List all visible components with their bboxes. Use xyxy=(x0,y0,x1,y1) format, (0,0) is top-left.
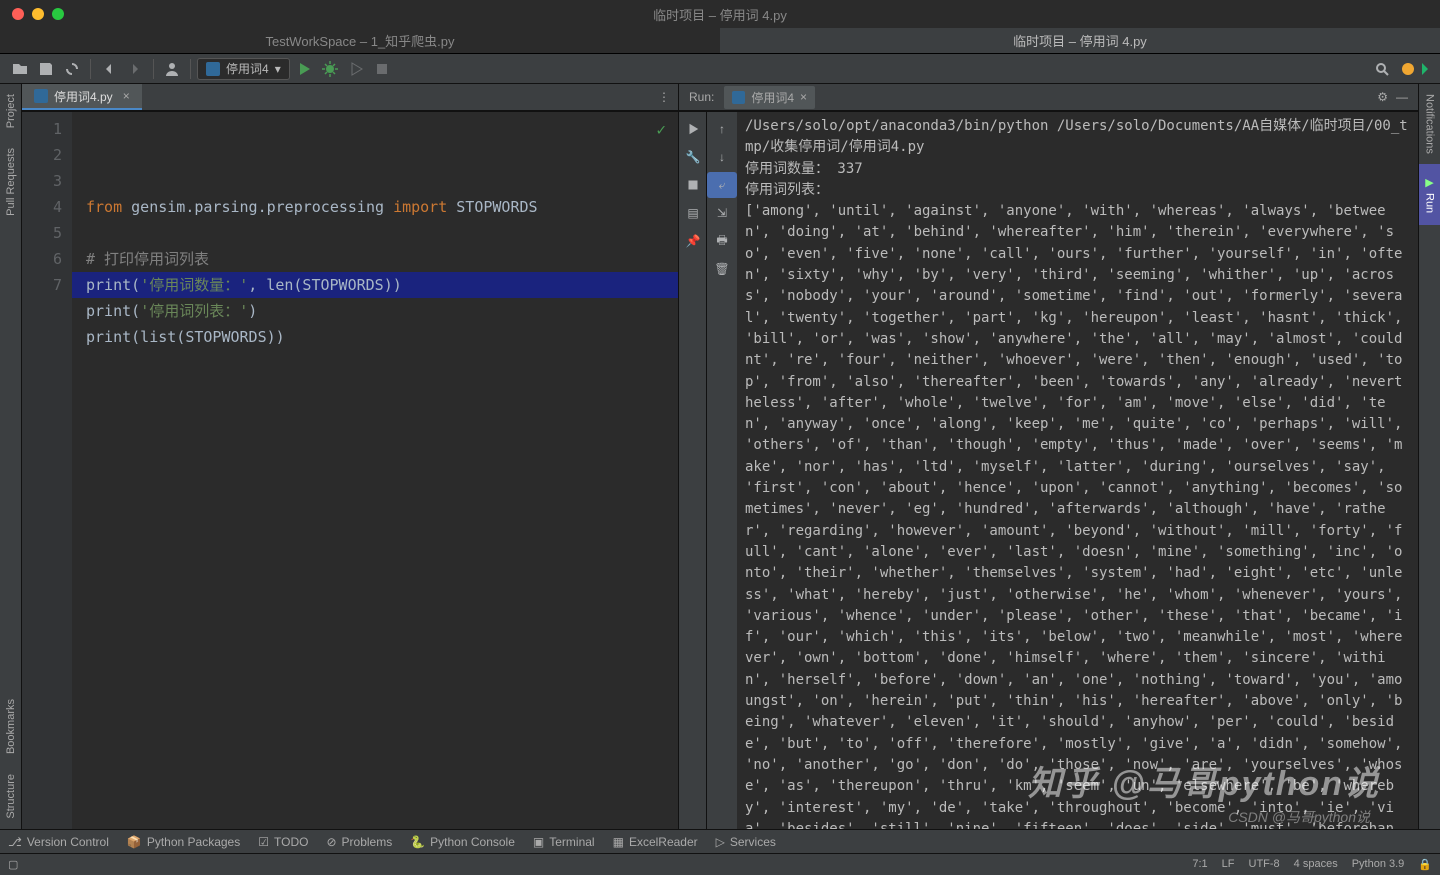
main-toolbar: 停用词4 ▾ xyxy=(0,54,1440,84)
window-title: 临时项目 – 停用词 4.py xyxy=(653,5,787,24)
run-panel-header: Run: 停用词4 × ⚙ — xyxy=(679,84,1418,112)
pin-icon[interactable]: 📌 xyxy=(679,228,707,254)
sidebar-tab-structure[interactable]: Structure xyxy=(3,764,19,829)
bottom-python-packages[interactable]: 📦Python Packages xyxy=(127,835,240,849)
debug-button[interactable] xyxy=(318,57,342,81)
scroll-end-icon[interactable]: ⇲ xyxy=(707,200,737,226)
bottom-terminal[interactable]: ▣Terminal xyxy=(533,835,595,849)
bottom-services[interactable]: ▷Services xyxy=(716,835,776,849)
bottom-tool-bar: ⎇Version Control 📦Python Packages ☑TODO … xyxy=(0,829,1440,853)
layout-icon[interactable]: ▤ xyxy=(679,200,707,226)
open-icon[interactable] xyxy=(8,57,32,81)
sidebar-tab-pull-requests[interactable]: Pull Requests xyxy=(3,138,19,226)
user-icon[interactable] xyxy=(160,57,184,81)
project-tab-linshi[interactable]: 临时项目 – 停用词 4.py xyxy=(720,28,1440,53)
run-toolbar-right: ↑ ↓ ⤶ ⇲ 🖶 🗑 xyxy=(707,112,737,829)
code-area[interactable]: from gensim.parsing.preprocessing import… xyxy=(72,112,678,829)
project-window-tabs: TestWorkSpace – 1_知乎爬虫.py 临时项目 – 停用词 4.p… xyxy=(0,28,1440,54)
down-icon[interactable]: ↓ xyxy=(707,144,737,170)
status-icon[interactable]: ▢ xyxy=(8,858,18,871)
jetbrains-icon[interactable] xyxy=(1422,63,1428,75)
left-tool-stripe: Project Pull Requests Bookmarks Structur… xyxy=(0,84,22,829)
editor-tab-label: 停用词4.py xyxy=(54,88,113,105)
ide-status-dot[interactable] xyxy=(1402,63,1414,75)
bottom-version-control[interactable]: ⎇Version Control xyxy=(8,835,109,849)
print-icon[interactable]: 🖶 xyxy=(707,228,737,254)
file-encoding[interactable]: UTF-8 xyxy=(1249,858,1280,871)
run-toolbar-left: 🔧 ▤ 📌 xyxy=(679,112,707,829)
sidebar-tab-run[interactable]: ▶Run xyxy=(1419,164,1440,225)
editor-tabs: 停用词4.py × ⋮ xyxy=(22,84,678,112)
soft-wrap-icon[interactable]: ⤶ xyxy=(707,172,737,198)
minimize-panel-icon[interactable]: — xyxy=(1396,90,1408,104)
stop-run-icon[interactable] xyxy=(679,172,707,198)
bottom-todo[interactable]: ☑TODO xyxy=(258,835,308,849)
rerun-icon[interactable] xyxy=(679,116,707,142)
cursor-position[interactable]: 7:1 xyxy=(1192,858,1207,871)
editor-panel: 停用词4.py × ⋮ ✓ 1234567 from gensim.parsin… xyxy=(22,84,678,829)
python-file-icon xyxy=(34,89,48,103)
project-tab-testworkspace[interactable]: TestWorkSpace – 1_知乎爬虫.py xyxy=(0,28,720,53)
lock-icon[interactable]: 🔒 xyxy=(1418,858,1432,871)
coverage-icon[interactable] xyxy=(344,57,368,81)
up-icon[interactable]: ↑ xyxy=(707,116,737,142)
run-tab[interactable]: 停用词4 × xyxy=(724,86,815,109)
delete-icon[interactable]: 🗑 xyxy=(707,256,737,282)
python-interpreter[interactable]: Python 3.9 xyxy=(1352,858,1405,871)
sync-icon[interactable] xyxy=(60,57,84,81)
run-config-label: 停用词4 xyxy=(226,60,269,77)
run-panel-title: Run: xyxy=(689,90,714,104)
editor-tab-active[interactable]: 停用词4.py × xyxy=(22,84,142,110)
maximize-window-button[interactable] xyxy=(52,8,64,20)
chevron-down-icon: ▾ xyxy=(275,62,281,76)
indent-setting[interactable]: 4 spaces xyxy=(1294,858,1338,871)
sidebar-tab-notifications[interactable]: Notifications xyxy=(1419,84,1440,164)
sidebar-tab-project[interactable]: Project xyxy=(3,84,19,138)
forward-icon[interactable] xyxy=(123,57,147,81)
sidebar-tab-bookmarks[interactable]: Bookmarks xyxy=(3,689,19,764)
stop-icon[interactable] xyxy=(370,57,394,81)
gear-icon[interactable]: ⚙ xyxy=(1377,90,1388,104)
status-bar: ▢ 7:1 LF UTF-8 4 spaces Python 3.9 🔒 xyxy=(0,853,1440,875)
line-gutter: 1234567 xyxy=(22,112,72,829)
close-window-button[interactable] xyxy=(12,8,24,20)
wrench-icon[interactable]: 🔧 xyxy=(679,144,707,170)
minimize-window-button[interactable] xyxy=(32,8,44,20)
console-output[interactable]: /Users/solo/opt/anaconda3/bin/python /Us… xyxy=(737,112,1418,829)
traffic-lights xyxy=(0,8,64,20)
run-config-selector[interactable]: 停用词4 ▾ xyxy=(197,58,290,80)
close-tab-icon[interactable]: × xyxy=(123,89,130,103)
bottom-python-console[interactable]: 🐍Python Console xyxy=(410,835,515,849)
run-panel: Run: 停用词4 × ⚙ — 🔧 ▤ 📌 ↑ ↓ ⤶ xyxy=(678,84,1418,829)
bottom-problems[interactable]: ⊘Problems xyxy=(326,835,392,849)
run-button[interactable] xyxy=(292,57,316,81)
python-file-icon xyxy=(732,91,745,104)
save-icon[interactable] xyxy=(34,57,58,81)
search-icon[interactable] xyxy=(1370,57,1394,81)
bottom-excelreader[interactable]: ▦ExcelReader xyxy=(613,835,698,849)
line-separator[interactable]: LF xyxy=(1222,858,1235,871)
editor-body[interactable]: ✓ 1234567 from gensim.parsing.preprocess… xyxy=(22,112,678,829)
run-tab-label: 停用词4 xyxy=(751,89,794,106)
window-titlebar: 临时项目 – 停用词 4.py xyxy=(0,0,1440,28)
right-tool-stripe: Notifications ▶Run xyxy=(1418,84,1440,829)
close-run-tab-icon[interactable]: × xyxy=(800,90,807,104)
editor-tab-menu-icon[interactable]: ⋮ xyxy=(650,90,678,104)
back-icon[interactable] xyxy=(97,57,121,81)
